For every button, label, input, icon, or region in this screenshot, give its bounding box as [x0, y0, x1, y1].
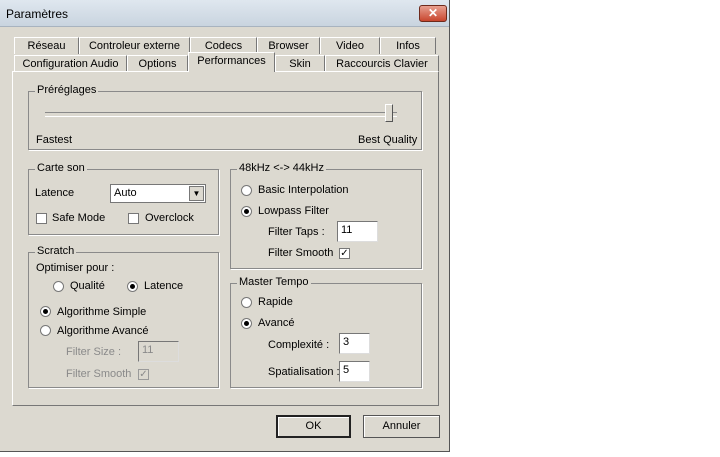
advanced-algorithm-label: Algorithme Avancé — [57, 325, 149, 337]
cancel-button[interactable]: Annuler — [363, 415, 440, 438]
filter-size-label: Filter Size : — [66, 346, 122, 358]
tab-configuration-audio[interactable]: Configuration Audio — [14, 55, 127, 72]
chevron-down-icon[interactable]: ▼ — [189, 186, 204, 201]
tab-options[interactable]: Options — [127, 55, 188, 72]
optimise-label: Optimiser pour : — [36, 262, 115, 274]
advanced-algorithm-radio[interactable] — [40, 325, 51, 336]
resample-title: 48kHz <-> 44kHz — [237, 162, 326, 174]
tab-raccourcis-clavier[interactable]: Raccourcis Clavier — [325, 55, 439, 72]
scratch-title: Scratch — [35, 245, 77, 257]
advanced-radio[interactable] — [241, 318, 252, 329]
quality-slider-track[interactable] — [45, 112, 397, 117]
tab-reseau[interactable]: Réseau — [14, 37, 79, 54]
overclock-checkbox[interactable] — [128, 213, 139, 224]
latency-select[interactable]: Auto ▼ — [110, 184, 206, 203]
scratch-filter-smooth-label: Filter Smooth — [66, 368, 132, 380]
settings-dialog: Paramètres ✕ Réseau Controleur externe C… — [0, 0, 450, 452]
complexity-input[interactable]: 3 — [339, 333, 370, 354]
sound-card-title: Carte son — [35, 162, 87, 174]
close-button[interactable]: ✕ — [419, 5, 447, 22]
latency-value: Auto — [114, 187, 137, 199]
filter-size-input[interactable]: 11 — [138, 341, 179, 362]
spatialisation-label: Spatialisation : — [268, 366, 340, 378]
tab-infos[interactable]: Infos — [380, 37, 436, 54]
quality-radio[interactable] — [53, 281, 64, 292]
safe-mode-checkbox[interactable] — [36, 213, 47, 224]
advanced-label: Avancé — [258, 317, 295, 329]
ok-button[interactable]: OK — [276, 415, 351, 438]
scratch-filter-smooth-checkbox[interactable]: ✓ — [138, 369, 149, 380]
latency-radio[interactable] — [127, 281, 138, 292]
simple-algorithm-radio[interactable] — [40, 306, 51, 317]
slider-min-label: Fastest — [36, 134, 73, 146]
filter-taps-label: Filter Taps : — [268, 226, 325, 238]
filter-taps-input[interactable]: 11 — [337, 221, 378, 242]
master-tempo-title: Master Tempo — [237, 276, 311, 288]
lowpass-filter-label: Lowpass Filter — [258, 205, 329, 217]
latency-option-label: Latence — [144, 280, 184, 292]
resample-filter-smooth-checkbox[interactable]: ✓ — [339, 248, 350, 259]
latency-label: Latence — [35, 187, 75, 199]
tab-skin[interactable]: Skin — [275, 55, 325, 72]
slider-max-label: Best Quality — [358, 134, 418, 146]
window-title: Paramètres — [6, 7, 69, 21]
simple-algorithm-label: Algorithme Simple — [57, 306, 147, 318]
safe-mode-label: Safe Mode — [52, 212, 106, 224]
presets-title: Préréglages — [35, 84, 99, 96]
resample-filter-smooth-label: Filter Smooth — [268, 247, 334, 259]
quality-label: Qualité — [70, 280, 105, 292]
complexity-label: Complexité : — [268, 339, 330, 351]
fast-label: Rapide — [258, 296, 293, 308]
spatialisation-input[interactable]: 5 — [339, 361, 370, 382]
tab-performances[interactable]: Performances — [188, 52, 275, 72]
title-bar[interactable]: Paramètres ✕ — [0, 0, 449, 27]
fast-radio[interactable] — [241, 297, 252, 308]
overclock-label: Overclock — [145, 212, 194, 224]
basic-interpolation-label: Basic Interpolation — [258, 184, 349, 196]
basic-interpolation-radio[interactable] — [241, 185, 252, 196]
quality-slider-thumb[interactable] — [385, 104, 393, 122]
tab-controleur-externe[interactable]: Controleur externe — [79, 37, 190, 54]
tab-video[interactable]: Video — [320, 37, 380, 54]
lowpass-filter-radio[interactable] — [241, 206, 252, 217]
